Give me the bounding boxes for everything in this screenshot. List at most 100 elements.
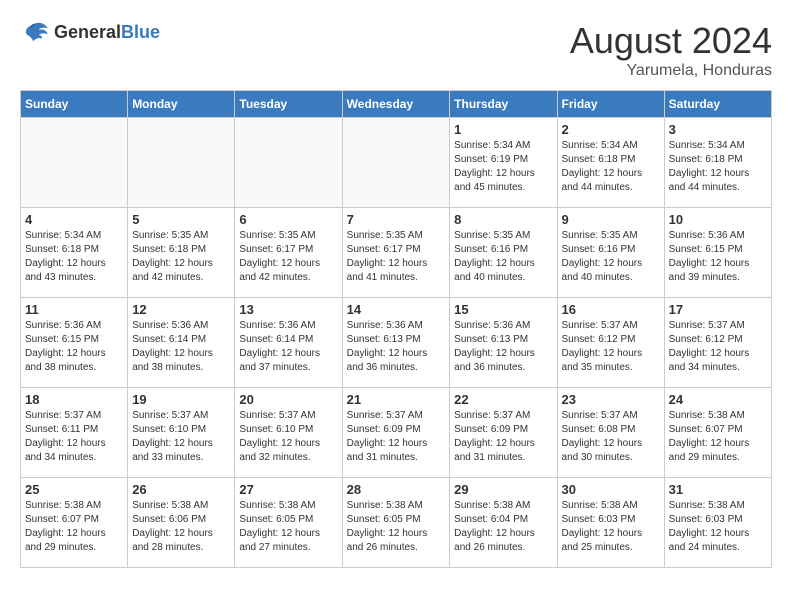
calendar-day-30: 30 Sunrise: 5:38 AMSunset: 6:03 PMDayligh… xyxy=(557,478,664,568)
calendar-day-31: 31 Sunrise: 5:38 AMSunset: 6:03 PMDayligh… xyxy=(664,478,771,568)
calendar-week-row: 18 Sunrise: 5:37 AMSunset: 6:11 PMDayligh… xyxy=(21,388,772,478)
calendar-empty-cell xyxy=(342,118,450,208)
calendar-day-9: 9 Sunrise: 5:35 AMSunset: 6:16 PMDaylight… xyxy=(557,208,664,298)
day-info: Sunrise: 5:35 AMSunset: 6:16 PMDaylight:… xyxy=(562,229,660,285)
day-number: 22 xyxy=(454,392,552,407)
day-info: Sunrise: 5:34 AMSunset: 6:19 PMDaylight:… xyxy=(454,139,552,195)
day-info: Sunrise: 5:38 AMSunset: 6:05 PMDaylight:… xyxy=(347,499,446,555)
logo-general-text: General xyxy=(54,22,121,42)
day-info: Sunrise: 5:38 AMSunset: 6:05 PMDaylight:… xyxy=(239,499,337,555)
day-number: 6 xyxy=(239,212,337,227)
calendar-day-24: 24Sunrise: 5:38 AMSunset: 6:07 PMDayligh… xyxy=(664,388,771,478)
day-info: Sunrise: 5:37 AMSunset: 6:09 PMDaylight:… xyxy=(347,409,446,465)
calendar-day-14: 14 Sunrise: 5:36 AMSunset: 6:13 PMDayligh… xyxy=(342,298,450,388)
day-number: 15 xyxy=(454,302,552,317)
day-number: 14 xyxy=(347,302,446,317)
day-info: Sunrise: 5:38 AMSunset: 6:03 PMDaylight:… xyxy=(562,499,660,555)
day-number: 29 xyxy=(454,482,552,497)
logo-bird-icon xyxy=(20,20,50,45)
calendar-day-3: 3 Sunrise: 5:34 AMSunset: 6:18 PMDaylight… xyxy=(664,118,771,208)
day-info: Sunrise: 5:37 AMSunset: 6:11 PMDaylight:… xyxy=(25,409,123,465)
day-info: Sunrise: 5:36 AMSunset: 6:15 PMDaylight:… xyxy=(669,229,767,285)
calendar-day-25: 25 Sunrise: 5:38 AMSunset: 6:07 PMDayligh… xyxy=(21,478,128,568)
day-info: Sunrise: 5:36 AMSunset: 6:13 PMDaylight:… xyxy=(347,319,446,375)
day-info: Sunrise: 5:38 AMSunset: 6:07 PMDaylight:… xyxy=(669,409,767,465)
calendar-day-8: 8Sunrise: 5:35 AMSunset: 6:16 PMDaylight… xyxy=(450,208,557,298)
calendar-day-12: 12 Sunrise: 5:36 AMSunset: 6:14 PMDayligh… xyxy=(128,298,235,388)
weekday-header-sunday: Sunday xyxy=(21,91,128,118)
calendar-day-13: 13Sunrise: 5:36 AMSunset: 6:14 PMDayligh… xyxy=(235,298,342,388)
calendar-day-5: 5 Sunrise: 5:35 AMSunset: 6:18 PMDaylight… xyxy=(128,208,235,298)
day-info: Sunrise: 5:38 AMSunset: 6:04 PMDaylight:… xyxy=(454,499,552,555)
weekday-header-row: SundayMondayTuesdayWednesdayThursdayFrid… xyxy=(21,91,772,118)
calendar-week-row: 4 Sunrise: 5:34 AMSunset: 6:18 PMDaylight… xyxy=(21,208,772,298)
title-block: August 2024 Yarumela, Honduras xyxy=(570,20,772,80)
day-number: 10 xyxy=(669,212,767,227)
day-info: Sunrise: 5:37 AMSunset: 6:10 PMDaylight:… xyxy=(239,409,337,465)
day-number: 2 xyxy=(562,122,660,137)
calendar-day-15: 15Sunrise: 5:36 AMSunset: 6:13 PMDayligh… xyxy=(450,298,557,388)
day-number: 3 xyxy=(669,122,767,137)
calendar-day-21: 21Sunrise: 5:37 AMSunset: 6:09 PMDayligh… xyxy=(342,388,450,478)
day-number: 9 xyxy=(562,212,660,227)
day-info: Sunrise: 5:38 AMSunset: 6:06 PMDaylight:… xyxy=(132,499,230,555)
day-info: Sunrise: 5:36 AMSunset: 6:14 PMDaylight:… xyxy=(132,319,230,375)
calendar-week-row: 25 Sunrise: 5:38 AMSunset: 6:07 PMDayligh… xyxy=(21,478,772,568)
calendar-day-11: 11 Sunrise: 5:36 AMSunset: 6:15 PMDayligh… xyxy=(21,298,128,388)
calendar-day-2: 2 Sunrise: 5:34 AMSunset: 6:18 PMDaylight… xyxy=(557,118,664,208)
day-info: Sunrise: 5:35 AMSunset: 6:17 PMDaylight:… xyxy=(239,229,337,285)
day-number: 12 xyxy=(132,302,230,317)
day-number: 27 xyxy=(239,482,337,497)
day-info: Sunrise: 5:37 AMSunset: 6:12 PMDaylight:… xyxy=(562,319,660,375)
day-number: 18 xyxy=(25,392,123,407)
calendar-day-16: 16Sunrise: 5:37 AMSunset: 6:12 PMDayligh… xyxy=(557,298,664,388)
calendar-empty-cell xyxy=(128,118,235,208)
day-info: Sunrise: 5:37 AMSunset: 6:09 PMDaylight:… xyxy=(454,409,552,465)
page-header: GeneralBlue August 2024 Yarumela, Hondur… xyxy=(20,20,772,80)
day-info: Sunrise: 5:37 AMSunset: 6:12 PMDaylight:… xyxy=(669,319,767,375)
calendar-day-10: 10 Sunrise: 5:36 AMSunset: 6:15 PMDayligh… xyxy=(664,208,771,298)
day-info: Sunrise: 5:34 AMSunset: 6:18 PMDaylight:… xyxy=(669,139,767,195)
day-number: 20 xyxy=(239,392,337,407)
day-number: 1 xyxy=(454,122,552,137)
weekday-header-saturday: Saturday xyxy=(664,91,771,118)
logo-blue-text: Blue xyxy=(121,22,160,42)
calendar-table: SundayMondayTuesdayWednesdayThursdayFrid… xyxy=(20,90,772,568)
day-number: 30 xyxy=(562,482,660,497)
calendar-day-27: 27 Sunrise: 5:38 AMSunset: 6:05 PMDayligh… xyxy=(235,478,342,568)
day-number: 26 xyxy=(132,482,230,497)
calendar-day-4: 4 Sunrise: 5:34 AMSunset: 6:18 PMDaylight… xyxy=(21,208,128,298)
calendar-week-row: 1 Sunrise: 5:34 AMSunset: 6:19 PMDaylight… xyxy=(21,118,772,208)
calendar-week-row: 11 Sunrise: 5:36 AMSunset: 6:15 PMDayligh… xyxy=(21,298,772,388)
calendar-day-23: 23 Sunrise: 5:37 AMSunset: 6:08 PMDayligh… xyxy=(557,388,664,478)
day-number: 4 xyxy=(25,212,123,227)
calendar-empty-cell xyxy=(235,118,342,208)
day-number: 31 xyxy=(669,482,767,497)
calendar-day-28: 28Sunrise: 5:38 AMSunset: 6:05 PMDayligh… xyxy=(342,478,450,568)
day-number: 23 xyxy=(562,392,660,407)
day-number: 7 xyxy=(347,212,446,227)
calendar-day-7: 7 Sunrise: 5:35 AMSunset: 6:17 PMDaylight… xyxy=(342,208,450,298)
day-info: Sunrise: 5:38 AMSunset: 6:03 PMDaylight:… xyxy=(669,499,767,555)
day-number: 25 xyxy=(25,482,123,497)
day-info: Sunrise: 5:36 AMSunset: 6:15 PMDaylight:… xyxy=(25,319,123,375)
weekday-header-monday: Monday xyxy=(128,91,235,118)
day-info: Sunrise: 5:36 AMSunset: 6:14 PMDaylight:… xyxy=(239,319,337,375)
day-info: Sunrise: 5:34 AMSunset: 6:18 PMDaylight:… xyxy=(562,139,660,195)
weekday-header-tuesday: Tuesday xyxy=(235,91,342,118)
day-info: Sunrise: 5:35 AMSunset: 6:18 PMDaylight:… xyxy=(132,229,230,285)
month-year-title: August 2024 xyxy=(570,20,772,62)
day-number: 5 xyxy=(132,212,230,227)
calendar-day-20: 20 Sunrise: 5:37 AMSunset: 6:10 PMDayligh… xyxy=(235,388,342,478)
day-info: Sunrise: 5:35 AMSunset: 6:17 PMDaylight:… xyxy=(347,229,446,285)
weekday-header-friday: Friday xyxy=(557,91,664,118)
day-number: 11 xyxy=(25,302,123,317)
calendar-day-19: 19Sunrise: 5:37 AMSunset: 6:10 PMDayligh… xyxy=(128,388,235,478)
calendar-day-26: 26 Sunrise: 5:38 AMSunset: 6:06 PMDayligh… xyxy=(128,478,235,568)
calendar-day-6: 6 Sunrise: 5:35 AMSunset: 6:17 PMDaylight… xyxy=(235,208,342,298)
day-info: Sunrise: 5:38 AMSunset: 6:07 PMDaylight:… xyxy=(25,499,123,555)
day-info: Sunrise: 5:37 AMSunset: 6:08 PMDaylight:… xyxy=(562,409,660,465)
day-number: 17 xyxy=(669,302,767,317)
day-info: Sunrise: 5:34 AMSunset: 6:18 PMDaylight:… xyxy=(25,229,123,285)
day-info: Sunrise: 5:35 AMSunset: 6:16 PMDaylight:… xyxy=(454,229,552,285)
